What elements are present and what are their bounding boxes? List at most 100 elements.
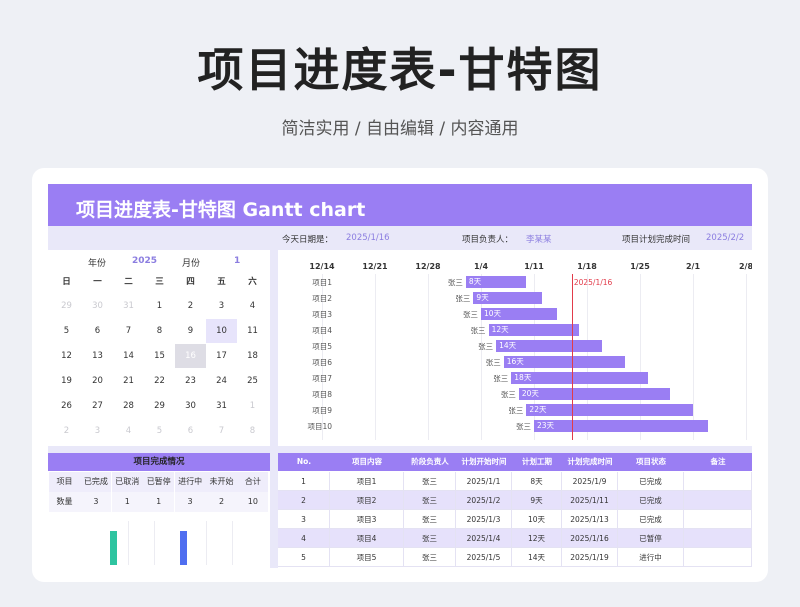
calendar-day[interactable]: 2 bbox=[51, 419, 82, 443]
table-cell[interactable]: 项目5 bbox=[330, 548, 404, 567]
calendar-day[interactable]: 10 bbox=[206, 319, 237, 343]
table-cell[interactable]: 项目1 bbox=[330, 472, 404, 491]
month-value[interactable]: 1 bbox=[234, 256, 240, 266]
table-header-cell[interactable]: 项目状态 bbox=[618, 453, 684, 471]
calendar-day[interactable]: 3 bbox=[206, 294, 237, 318]
table-cell[interactable]: 2025/1/9 bbox=[562, 472, 618, 491]
table-cell[interactable] bbox=[684, 510, 752, 529]
calendar-day[interactable]: 25 bbox=[237, 369, 268, 393]
table-cell[interactable]: 张三 bbox=[404, 510, 456, 529]
calendar-day[interactable]: 5 bbox=[144, 419, 175, 443]
calendar-day[interactable]: 12 bbox=[51, 344, 82, 368]
calendar-day[interactable]: 31 bbox=[113, 294, 144, 318]
calendar-day[interactable]: 30 bbox=[175, 394, 206, 418]
table-cell[interactable]: 2025/1/13 bbox=[562, 510, 618, 529]
gantt-bar[interactable]: 20天 bbox=[518, 388, 671, 400]
table-cell[interactable]: 项目3 bbox=[330, 510, 404, 529]
table-cell[interactable]: 2025/1/19 bbox=[562, 548, 618, 567]
table-cell[interactable]: 张三 bbox=[404, 548, 456, 567]
table-cell[interactable]: 3 bbox=[278, 510, 330, 529]
table-cell[interactable]: 5 bbox=[278, 548, 330, 567]
table-cell[interactable]: 4 bbox=[278, 529, 330, 548]
gantt-bar[interactable]: 8天 bbox=[465, 276, 527, 288]
calendar-day[interactable]: 2 bbox=[175, 294, 206, 318]
plan-end-value[interactable]: 2025/2/2 bbox=[706, 233, 744, 243]
calendar-day[interactable]: 8 bbox=[144, 319, 175, 343]
calendar-day[interactable]: 13 bbox=[82, 344, 113, 368]
gantt-bar[interactable]: 10天 bbox=[481, 308, 557, 320]
table-header-cell[interactable]: 备注 bbox=[684, 453, 752, 471]
calendar-day[interactable]: 20 bbox=[82, 369, 113, 393]
table-cell[interactable]: 12天 bbox=[512, 529, 562, 548]
calendar-day[interactable]: 28 bbox=[113, 394, 144, 418]
table-cell[interactable]: 2025/1/2 bbox=[456, 491, 512, 510]
calendar-day[interactable]: 4 bbox=[237, 294, 268, 318]
calendar-day[interactable]: 29 bbox=[144, 394, 175, 418]
table-cell[interactable] bbox=[684, 472, 752, 491]
calendar-day[interactable]: 3 bbox=[82, 419, 113, 443]
calendar-day[interactable]: 21 bbox=[113, 369, 144, 393]
calendar-day[interactable]: 6 bbox=[82, 319, 113, 343]
calendar-day[interactable]: 1 bbox=[237, 394, 268, 418]
calendar-day[interactable]: 15 bbox=[144, 344, 175, 368]
calendar-day[interactable]: 16 bbox=[175, 344, 206, 368]
table-cell[interactable]: 项目4 bbox=[330, 529, 404, 548]
table-cell[interactable]: 张三 bbox=[404, 472, 456, 491]
calendar-day[interactable]: 14 bbox=[113, 344, 144, 368]
gantt-bar[interactable]: 12天 bbox=[488, 324, 580, 336]
table-cell[interactable]: 9天 bbox=[512, 491, 562, 510]
table-header-cell[interactable]: 计划开始时间 bbox=[456, 453, 512, 471]
calendar-day[interactable]: 31 bbox=[206, 394, 237, 418]
table-cell[interactable]: 2025/1/1 bbox=[456, 472, 512, 491]
table-header-cell[interactable]: No. bbox=[278, 453, 330, 471]
table-cell[interactable]: 已完成 bbox=[618, 491, 684, 510]
calendar-day[interactable]: 23 bbox=[175, 369, 206, 393]
calendar-day[interactable]: 30 bbox=[82, 294, 113, 318]
table-cell[interactable]: 已暂停 bbox=[618, 529, 684, 548]
table-cell[interactable]: 2025/1/11 bbox=[562, 491, 618, 510]
gantt-bar[interactable]: 22天 bbox=[526, 404, 693, 416]
gantt-bar[interactable]: 16天 bbox=[503, 356, 625, 368]
calendar-day[interactable]: 18 bbox=[237, 344, 268, 368]
table-header-cell[interactable]: 计划完成时间 bbox=[562, 453, 618, 471]
today-value[interactable]: 2025/1/16 bbox=[346, 233, 390, 243]
table-cell[interactable]: 8天 bbox=[512, 472, 562, 491]
calendar-day[interactable]: 7 bbox=[206, 419, 237, 443]
calendar-day[interactable]: 4 bbox=[113, 419, 144, 443]
calendar-day[interactable]: 17 bbox=[206, 344, 237, 368]
table-cell[interactable]: 10天 bbox=[512, 510, 562, 529]
table-cell[interactable]: 进行中 bbox=[618, 548, 684, 567]
calendar-day[interactable]: 5 bbox=[51, 319, 82, 343]
calendar-day[interactable]: 8 bbox=[237, 419, 268, 443]
table-cell[interactable] bbox=[684, 491, 752, 510]
calendar-day[interactable]: 11 bbox=[237, 319, 268, 343]
calendar-day[interactable]: 6 bbox=[175, 419, 206, 443]
table-cell[interactable]: 已完成 bbox=[618, 472, 684, 491]
year-value[interactable]: 2025 bbox=[132, 256, 157, 266]
calendar-day[interactable]: 7 bbox=[113, 319, 144, 343]
calendar-day[interactable]: 19 bbox=[51, 369, 82, 393]
table-cell[interactable]: 2025/1/4 bbox=[456, 529, 512, 548]
table-header-cell[interactable]: 计划工期 bbox=[512, 453, 562, 471]
calendar-day[interactable]: 9 bbox=[175, 319, 206, 343]
calendar-day[interactable]: 26 bbox=[51, 394, 82, 418]
table-cell[interactable] bbox=[684, 548, 752, 567]
table-cell[interactable] bbox=[684, 529, 752, 548]
calendar-day[interactable]: 22 bbox=[144, 369, 175, 393]
table-cell[interactable]: 2025/1/16 bbox=[562, 529, 618, 548]
calendar-day[interactable]: 1 bbox=[144, 294, 175, 318]
table-cell[interactable]: 张三 bbox=[404, 491, 456, 510]
table-header-cell[interactable]: 项目内容 bbox=[330, 453, 404, 471]
calendar-day[interactable]: 27 bbox=[82, 394, 113, 418]
table-cell[interactable]: 2025/1/3 bbox=[456, 510, 512, 529]
calendar-day[interactable]: 29 bbox=[51, 294, 82, 318]
table-cell[interactable]: 项目2 bbox=[330, 491, 404, 510]
gantt-bar[interactable]: 14天 bbox=[496, 340, 603, 352]
calendar-day[interactable]: 24 bbox=[206, 369, 237, 393]
owner-value[interactable]: 李某某 bbox=[526, 233, 552, 245]
table-header-cell[interactable]: 阶段负责人 bbox=[404, 453, 456, 471]
gantt-bar[interactable]: 23天 bbox=[534, 420, 709, 432]
gantt-bar[interactable]: 18天 bbox=[511, 372, 648, 384]
gantt-bar[interactable]: 9天 bbox=[473, 292, 542, 304]
table-cell[interactable]: 2025/1/5 bbox=[456, 548, 512, 567]
